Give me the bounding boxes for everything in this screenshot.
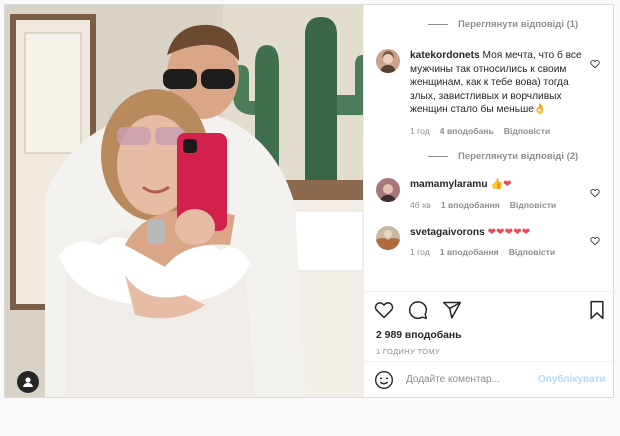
comment-time[interactable]: 1 год	[410, 126, 430, 136]
comment-text: mamamylaramu 👍❤	[410, 178, 584, 192]
view-replies-label: Переглянути відповіді (1)	[458, 18, 579, 30]
reply-button[interactable]: Відповісти	[504, 126, 550, 136]
comment-item: svetagaivorons ❤❤❤❤❤ 1 год 1 вподобання …	[376, 225, 600, 257]
comment-likes[interactable]: 1 вподобання	[441, 200, 500, 210]
bookmark-icon[interactable]	[588, 300, 606, 320]
view-replies-button[interactable]: Переглянути відповіді (2)	[376, 150, 600, 164]
comment-item: mamamylaramu 👍❤ 46 хв 1 вподобання Відпо…	[376, 177, 600, 210]
comment-input[interactable]	[406, 374, 538, 385]
comment-username[interactable]: katekordonets	[410, 50, 480, 61]
like-comment-heart-icon[interactable]	[589, 236, 600, 246]
post-photo[interactable]	[5, 5, 363, 397]
like-comment-heart-icon[interactable]	[589, 59, 600, 69]
replies-divider	[428, 156, 448, 158]
emoji-smile-icon[interactable]	[374, 370, 394, 390]
avatar[interactable]	[376, 49, 400, 73]
post-actions-bar	[364, 291, 616, 327]
comment-likes[interactable]: 1 вподобання	[440, 247, 499, 257]
share-paper-plane-icon[interactable]	[442, 300, 462, 320]
comment-username[interactable]: svetagaivorons	[410, 227, 485, 238]
like-comment-heart-icon[interactable]	[589, 188, 600, 198]
comment-time[interactable]: 46 хв	[410, 200, 431, 210]
post-sidebar: Переглянути відповіді (1) katekordonets …	[363, 5, 616, 397]
view-replies-button[interactable]: Переглянути відповіді (1)	[376, 17, 600, 31]
comment-meta: 46 хв 1 вподобання Відповісти	[410, 200, 584, 210]
comment-likes[interactable]: 4 вподобань	[440, 126, 494, 136]
heart-icon[interactable]	[374, 300, 394, 320]
post-modal: Переглянути відповіді (1) katekordonets …	[4, 4, 616, 398]
comment-content: 👍❤	[490, 178, 512, 190]
publish-button[interactable]: Опублікувати	[538, 374, 606, 385]
posted-time[interactable]: 1 ГОДИНУ ТОМУ	[364, 345, 616, 361]
reply-button[interactable]: Відповісти	[510, 200, 556, 210]
comment-bubble-icon[interactable]	[408, 300, 428, 320]
add-comment-bar: Опублікувати	[364, 361, 616, 397]
user-tag-icon[interactable]	[17, 371, 39, 393]
likes-count[interactable]: 2 989 вподобань	[364, 327, 616, 345]
comment-content: ❤❤❤❤❤	[487, 226, 531, 238]
comment-meta: 1 год 1 вподобання Відповісти	[410, 247, 584, 257]
avatar[interactable]	[376, 177, 400, 202]
replies-divider	[428, 23, 448, 25]
view-replies-label: Переглянути відповіді (2)	[458, 151, 579, 163]
reply-button[interactable]: Відповісти	[509, 247, 555, 257]
avatar[interactable]	[376, 225, 400, 250]
comment-username[interactable]: mamamylaramu	[410, 179, 488, 190]
comment-meta: 1 год 4 вподобань Відповісти	[410, 126, 584, 136]
couple-photo-illustration	[5, 5, 363, 397]
comment-time[interactable]: 1 год	[410, 247, 430, 257]
comment-text: svetagaivorons ❤❤❤❤❤	[410, 226, 584, 240]
comment-text: katekordonets Моя мечта, что б все мужчи…	[410, 49, 584, 117]
comment-item: katekordonets Моя мечта, что б все мужчи…	[376, 49, 600, 136]
comments-list: Переглянути відповіді (1) katekordonets …	[364, 5, 616, 291]
